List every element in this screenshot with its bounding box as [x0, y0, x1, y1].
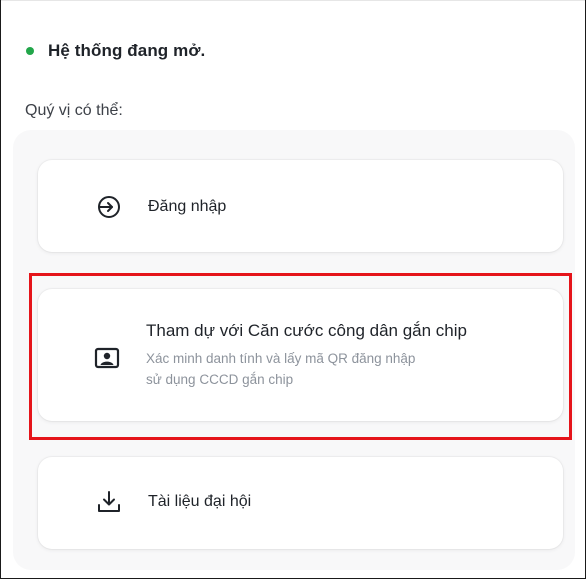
- cccd-description-line2: sử dụng CCCD gắn chip: [146, 372, 294, 387]
- login-option-label: Đăng nhập: [148, 198, 227, 215]
- documents-option-card[interactable]: Tài liệu đại hội: [38, 457, 563, 549]
- status-text: Hệ thống đang mở.: [48, 41, 206, 60]
- status-dot: [26, 47, 34, 55]
- documents-option-label: Tài liệu đại hội: [148, 493, 252, 510]
- cccd-option-card[interactable]: Tham dự với Căn cước công dân gắn chip X…: [38, 289, 563, 421]
- cccd-description-line1: Xác minh danh tính và lấy mã QR đăng nhậ…: [146, 351, 416, 366]
- login-arrow-icon: [96, 194, 122, 220]
- login-option-card[interactable]: Đăng nhập: [38, 160, 563, 252]
- system-status: Hệ thống đang mở.: [26, 37, 205, 65]
- cccd-option-label: Tham dự với Căn cước công dân gắn chip: [146, 321, 467, 340]
- id-card-icon: [94, 345, 120, 371]
- top-divider: [1, 0, 585, 1]
- options-hint: Quý vị có thể:: [25, 102, 123, 119]
- download-icon: [96, 489, 122, 515]
